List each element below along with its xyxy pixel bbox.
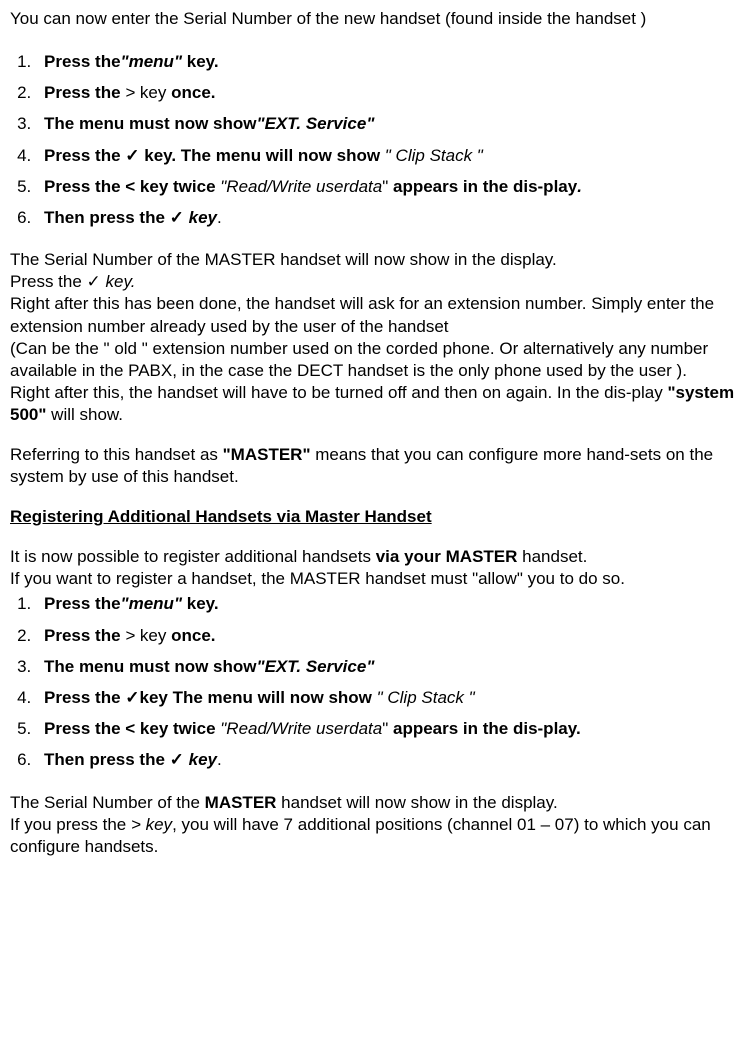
text: " Clip Stack " bbox=[385, 146, 483, 165]
text: key twice bbox=[135, 719, 220, 738]
text: (Can be the " old " extension number use… bbox=[10, 338, 738, 382]
paragraph-3: It is now possible to register additiona… bbox=[10, 546, 738, 590]
check-icon: ✓ bbox=[125, 146, 139, 165]
step-5: Press the < key twice "Read/Write userda… bbox=[36, 173, 738, 200]
text: The menu must now show bbox=[44, 114, 257, 133]
text: . bbox=[577, 177, 582, 196]
paragraph-4: The Serial Number of the MASTER handset … bbox=[10, 792, 738, 858]
text: Press the bbox=[44, 52, 121, 71]
steps-list-1: Press the"menu" key. Press the > key onc… bbox=[10, 48, 738, 231]
step-6: Then press the ✓ key. bbox=[36, 746, 738, 773]
text: Right after this, the handset will have … bbox=[10, 383, 667, 402]
step-4: Press the ✓ key. The menu will now show … bbox=[36, 142, 738, 169]
text: key The menu will now show bbox=[140, 688, 377, 707]
text: " Clip Stack " bbox=[377, 688, 475, 707]
text: MASTER bbox=[205, 793, 277, 812]
text: " bbox=[382, 719, 393, 738]
text: "menu" bbox=[121, 52, 187, 71]
step-3: The menu must now show"EXT. Service" bbox=[36, 110, 738, 137]
text: Referring to this handset as bbox=[10, 445, 223, 464]
text: "Read/Write userdata bbox=[220, 719, 382, 738]
text: key. bbox=[187, 52, 219, 71]
text: via your MASTER bbox=[376, 547, 518, 566]
text: The Serial Number of the MASTER handset … bbox=[10, 250, 557, 269]
text: appears in the dis-play. bbox=[393, 719, 581, 738]
text: key bbox=[184, 208, 217, 227]
text: . bbox=[217, 750, 222, 769]
step-2: Press the > key once. bbox=[36, 622, 738, 649]
text: appears in the dis-play bbox=[393, 177, 577, 196]
text: Press the bbox=[44, 719, 125, 738]
text: Press the bbox=[44, 146, 125, 165]
text: It is now possible to register additiona… bbox=[10, 547, 376, 566]
text: Press the bbox=[44, 177, 125, 196]
text: key. The menu will now show bbox=[140, 146, 385, 165]
step-2: Press the > key once. bbox=[36, 79, 738, 106]
text: key twice bbox=[135, 177, 220, 196]
text: > bbox=[125, 626, 135, 645]
paragraph-2: Referring to this handset as "MASTER" me… bbox=[10, 444, 738, 488]
step-1: Press the"menu" key. bbox=[36, 590, 738, 617]
text: If you press the bbox=[10, 815, 131, 834]
text: . bbox=[217, 208, 222, 227]
text: Press the bbox=[44, 83, 125, 102]
text: " bbox=[382, 177, 393, 196]
step-6: Then press the ✓ key. bbox=[36, 204, 738, 231]
step-1: Press the"menu" key. bbox=[36, 48, 738, 75]
text: "EXT. Service" bbox=[257, 114, 375, 133]
step-3: The menu must now show"EXT. Service" bbox=[36, 653, 738, 680]
text: Press the bbox=[44, 688, 125, 707]
text: "Read/Write userdata bbox=[220, 177, 382, 196]
step-5: Press the < key twice "Read/Write userda… bbox=[36, 715, 738, 742]
check-icon: ✓ bbox=[87, 272, 101, 291]
text: key bbox=[135, 626, 171, 645]
text: "EXT. Service" bbox=[257, 657, 375, 676]
check-icon: ✓ bbox=[125, 688, 139, 707]
text: Then press the bbox=[44, 208, 170, 227]
check-icon: ✓ bbox=[170, 750, 184, 769]
text: "menu" bbox=[121, 594, 187, 613]
text: key. bbox=[101, 272, 136, 291]
text: < bbox=[125, 719, 135, 738]
text: once. bbox=[171, 83, 215, 102]
text: key bbox=[184, 750, 217, 769]
steps-list-2: Press the"menu" key. Press the > key onc… bbox=[10, 590, 738, 773]
text: "MASTER" bbox=[223, 445, 311, 464]
text: handset. bbox=[517, 547, 587, 566]
text: The Serial Number of the bbox=[10, 793, 205, 812]
text: < bbox=[125, 177, 135, 196]
text: will show. bbox=[46, 405, 123, 424]
text: Press the bbox=[44, 626, 125, 645]
intro-text: You can now enter the Serial Number of t… bbox=[10, 8, 738, 30]
text: Right after this has been done, the hand… bbox=[10, 293, 738, 337]
text: Press the bbox=[44, 594, 121, 613]
text: Then press the bbox=[44, 750, 170, 769]
text: key. bbox=[187, 594, 219, 613]
text: Press the bbox=[10, 272, 87, 291]
text: The menu must now show bbox=[44, 657, 257, 676]
section-heading: Registering Additional Handsets via Mast… bbox=[10, 506, 738, 528]
text: If you want to register a handset, the M… bbox=[10, 568, 738, 590]
text: > key bbox=[131, 815, 172, 834]
text: once. bbox=[171, 626, 215, 645]
text: > bbox=[125, 83, 135, 102]
step-4: Press the ✓key The menu will now show " … bbox=[36, 684, 738, 711]
paragraph-1: The Serial Number of the MASTER handset … bbox=[10, 249, 738, 426]
check-icon: ✓ bbox=[170, 208, 184, 227]
text: key bbox=[135, 83, 171, 102]
text: handset will now show in the display. bbox=[276, 793, 557, 812]
